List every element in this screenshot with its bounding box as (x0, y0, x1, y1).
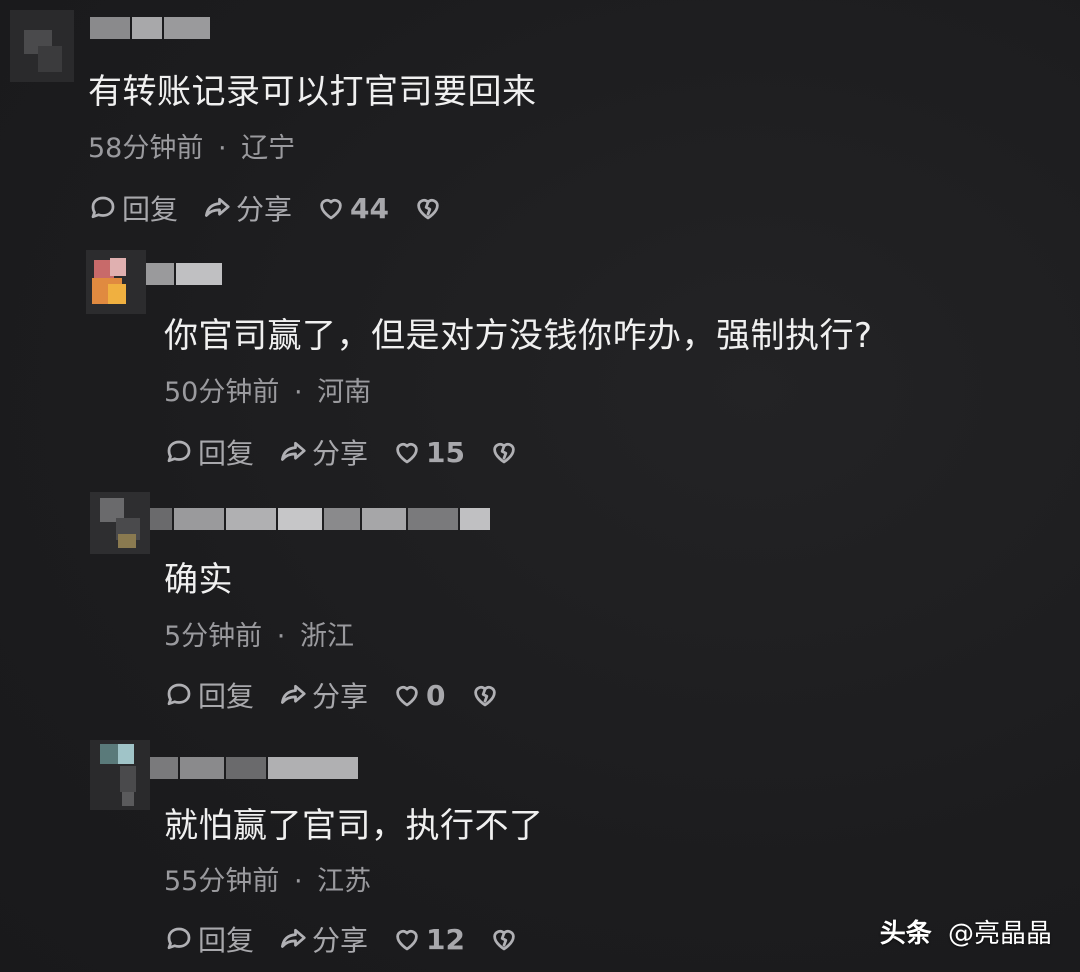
reply-icon (167, 683, 191, 706)
like-button[interactable]: 15 (392, 436, 465, 469)
broken-heart-icon (473, 686, 496, 707)
broken-heart-icon (493, 443, 515, 464)
share-label: 分享 (312, 680, 369, 713)
heart-icon (396, 930, 418, 951)
watermark: 头条 @亮晶晶 (880, 913, 1052, 950)
comment-text: 就怕赢了官司，执行不了 (164, 806, 544, 846)
like-count: 12 (426, 922, 465, 956)
reply-icon (167, 927, 191, 950)
like-button[interactable]: 12 (392, 923, 465, 956)
reply-button[interactable]: 回复 (164, 432, 254, 472)
dislike-button[interactable] (489, 437, 523, 467)
comment-text: 你官司赢了，但是对方没钱你咋办，强制执行? (164, 316, 873, 356)
like-button[interactable]: 44 (316, 192, 389, 225)
comment-time: 50分钟前 (164, 377, 280, 408)
username-blurred[interactable] (150, 503, 492, 535)
broken-heart-icon (493, 930, 515, 951)
username-blurred[interactable] (146, 258, 224, 290)
like-count: 44 (350, 191, 389, 225)
comment-location: 河南 (317, 377, 372, 408)
heart-icon (396, 686, 418, 707)
username-blurred[interactable] (150, 752, 360, 784)
reply-label: 回复 (198, 924, 255, 957)
share-button[interactable]: 分享 (202, 188, 292, 228)
avatar[interactable] (90, 492, 150, 554)
meta-separator: · (217, 133, 227, 164)
comment-location: 辽宁 (241, 133, 296, 164)
watermark-brand: 头条 (879, 919, 932, 949)
dislike-button[interactable] (489, 924, 523, 954)
comment-meta: 58分钟前 · 辽宁 (88, 131, 295, 167)
heart-icon (396, 443, 418, 464)
like-count: 0 (426, 678, 446, 712)
comment-location: 浙江 (299, 621, 354, 652)
heart-icon (320, 199, 342, 220)
comment-meta: 5分钟前 · 浙江 (164, 619, 354, 655)
reply-label: 回复 (198, 680, 255, 713)
share-label: 分享 (312, 924, 369, 957)
share-icon (205, 197, 230, 217)
comment-actions: 回复 分享 12 (164, 919, 547, 959)
comment-time: 55分钟前 (164, 866, 280, 897)
comment-time: 58分钟前 (88, 133, 204, 164)
share-label: 分享 (312, 437, 369, 470)
share-label: 分享 (236, 193, 293, 226)
like-count: 15 (426, 435, 465, 469)
comment-actions: 回复 分享 15 (164, 432, 547, 472)
share-icon (281, 684, 306, 704)
watermark-author: @亮晶晶 (947, 919, 1052, 949)
comment-text: 有转账记录可以打官司要回来 (88, 72, 537, 112)
meta-separator: · (276, 621, 286, 652)
comment-time: 5分钟前 (164, 621, 263, 652)
like-button[interactable]: 0 (392, 678, 446, 712)
reply-button[interactable]: 回复 (164, 675, 254, 715)
reply-label: 回复 (198, 437, 255, 470)
share-icon (281, 441, 306, 461)
dislike-button[interactable] (470, 680, 504, 710)
share-button[interactable]: 分享 (278, 432, 368, 472)
avatar[interactable] (10, 10, 74, 82)
comment-location: 江苏 (317, 866, 372, 897)
meta-separator: · (293, 866, 303, 897)
avatar[interactable] (90, 740, 150, 810)
share-button[interactable]: 分享 (278, 675, 368, 715)
share-icon (281, 928, 306, 948)
meta-separator: · (293, 377, 303, 408)
avatar[interactable] (86, 250, 146, 314)
username-blurred[interactable] (90, 12, 212, 44)
dislike-button[interactable] (413, 193, 447, 223)
comment-thread: 有转账记录可以打官司要回来 58分钟前 · 辽宁 回复 分享 44 你官司赢了，… (0, 0, 1080, 972)
reply-label: 回复 (122, 193, 179, 226)
comment-meta: 55分钟前 · 江苏 (164, 864, 371, 900)
comment-text: 确实 (164, 560, 233, 600)
reply-icon (91, 196, 115, 219)
comment-actions: 回复 分享 0 (164, 675, 528, 715)
share-button[interactable]: 分享 (278, 919, 368, 959)
reply-button[interactable]: 回复 (88, 188, 178, 228)
broken-heart-icon (417, 199, 439, 220)
reply-button[interactable]: 回复 (164, 919, 254, 959)
reply-icon (167, 440, 191, 463)
comment-meta: 50分钟前 · 河南 (164, 375, 371, 411)
comment-actions: 回复 分享 44 (88, 188, 471, 228)
